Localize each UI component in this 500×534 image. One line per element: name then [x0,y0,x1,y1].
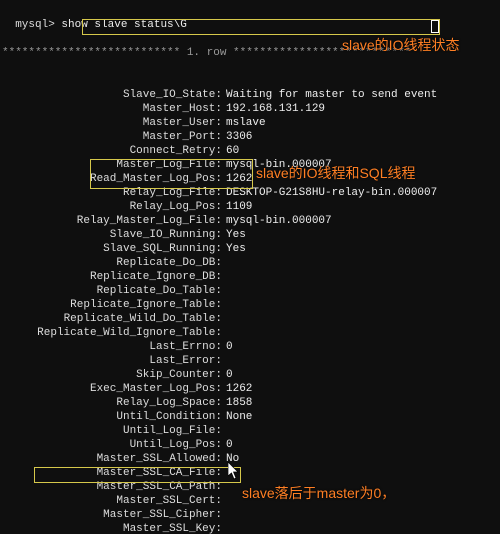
field-key: Master_User: [2,116,222,130]
status-field: Master_Port: 3306 [2,130,500,144]
field-key: Master_Host: [2,102,222,116]
status-field: Skip_Counter: 0 [2,368,500,382]
status-field: Last_Errno: 0 [2,340,500,354]
field-key: Master_SSL_Cert: [2,494,222,508]
field-value: mysql-bin.000007 [226,215,332,227]
field-key: Relay_Log_Pos: [2,200,222,214]
status-field: Relay_Master_Log_File: mysql-bin.000007 [2,214,500,228]
status-field: Replicate_Ignore_DB: [2,270,500,284]
field-value: None [226,411,252,423]
status-field: Slave_IO_Running: Yes [2,228,500,242]
field-value: 0 [226,369,233,381]
annotation-io-state: slave的IO线程状态 [342,36,459,54]
terminal-output: mysql> show slave status\G *************… [0,0,500,534]
status-field: Slave_IO_State: Waiting for master to sen… [2,88,500,102]
status-field: Until_Log_File: [2,424,500,438]
annotation-running: slave的IO线程和SQL线程 [256,164,415,182]
field-key: Skip_Counter: [2,368,222,382]
field-value: 192.168.131.129 [226,103,325,115]
annotation-line: slave落后于master为0， [242,484,453,502]
field-key: Last_Errno: [2,340,222,354]
status-field: Relay_Log_Space: 1858 [2,396,500,410]
annotation-seconds-behind: slave落后于master为0， 表示SQL线程已经执行完 relay log… [242,448,453,534]
field-key: Master_SSL_CA_File: [2,466,222,480]
field-value: DESKTOP-G21S8HU-relay-bin.000007 [226,187,437,199]
field-value: No [226,453,239,465]
status-field: Replicate_Do_Table: [2,284,500,298]
field-value: 0 [226,341,233,353]
field-key: Master_SSL_Key: [2,522,222,534]
status-field: Master_User: mslave [2,116,500,130]
field-key: Replicate_Ignore_Table: [2,298,222,312]
field-value: 3306 [226,131,252,143]
status-field: Master_Host: 192.168.131.129 [2,102,500,116]
field-key: Connect_Retry: [2,144,222,158]
field-key: Master_Port: [2,130,222,144]
field-key: Exec_Master_Log_Pos: [2,382,222,396]
field-value: Yes [226,243,246,255]
status-field: Replicate_Wild_Do_Table: [2,312,500,326]
field-key: Slave_SQL_Running: [2,242,222,256]
field-value: mslave [226,117,266,129]
field-key: Slave_IO_State: [2,88,222,102]
field-key: Until_Log_File: [2,424,222,438]
status-field: Connect_Retry: 60 [2,144,500,158]
sql-command: show slave status\G [61,19,186,31]
status-field: Relay_Log_File: DESKTOP-G21S8HU-relay-bin… [2,186,500,200]
status-field: Read_Master_Log_Pos: 1262 [2,172,500,186]
field-value: 1262 [226,383,252,395]
status-field: Slave_SQL_Running: Yes [2,242,500,256]
field-value: 60 [226,145,239,157]
field-key: Relay_Log_Space: [2,396,222,410]
mysql-prompt: mysql> [15,19,61,31]
field-key: Until_Condition: [2,410,222,424]
field-key: Relay_Log_File: [2,186,222,200]
field-value: 1109 [226,201,252,213]
field-key: Relay_Master_Log_File: [2,214,222,228]
status-field: Replicate_Ignore_Table: [2,298,500,312]
field-value: 1262 [226,173,252,185]
status-field: Master_Log_File:mysql-bin.000007 [2,158,500,172]
status-field: Until_Condition: None [2,410,500,424]
field-key: Replicate_Ignore_DB: [2,270,222,284]
field-key: Master_SSL_Allowed: [2,452,222,466]
text-caret [431,20,439,33]
field-value: 0 [226,439,233,451]
field-value: Waiting for master to send event [226,89,437,101]
field-key: Replicate_Wild_Ignore_Table: [2,326,222,340]
field-key: Last_Error: [2,354,222,368]
status-field: Last_Error: [2,354,500,368]
field-key: Replicate_Wild_Do_Table: [2,312,222,326]
field-key: Slave_IO_Running: [2,228,222,242]
field-key: Master_SSL_Cipher: [2,508,222,522]
field-key: Read_Master_Log_Pos: [2,172,222,186]
field-value: Yes [226,229,246,241]
status-field: Replicate_Wild_Ignore_Table: [2,326,500,340]
status-field: Replicate_Do_DB: [2,256,500,270]
field-value: 1858 [226,397,252,409]
status-field: Relay_Log_Pos: 1109 [2,200,500,214]
field-key: Master_SSL_CA_Path: [2,480,222,494]
field-key: Until_Log_Pos: [2,438,222,452]
field-key: Master_Log_File: [2,158,222,172]
status-field: Exec_Master_Log_Pos: 1262 [2,382,500,396]
field-key: Replicate_Do_DB: [2,256,222,270]
field-key: Replicate_Do_Table: [2,284,222,298]
